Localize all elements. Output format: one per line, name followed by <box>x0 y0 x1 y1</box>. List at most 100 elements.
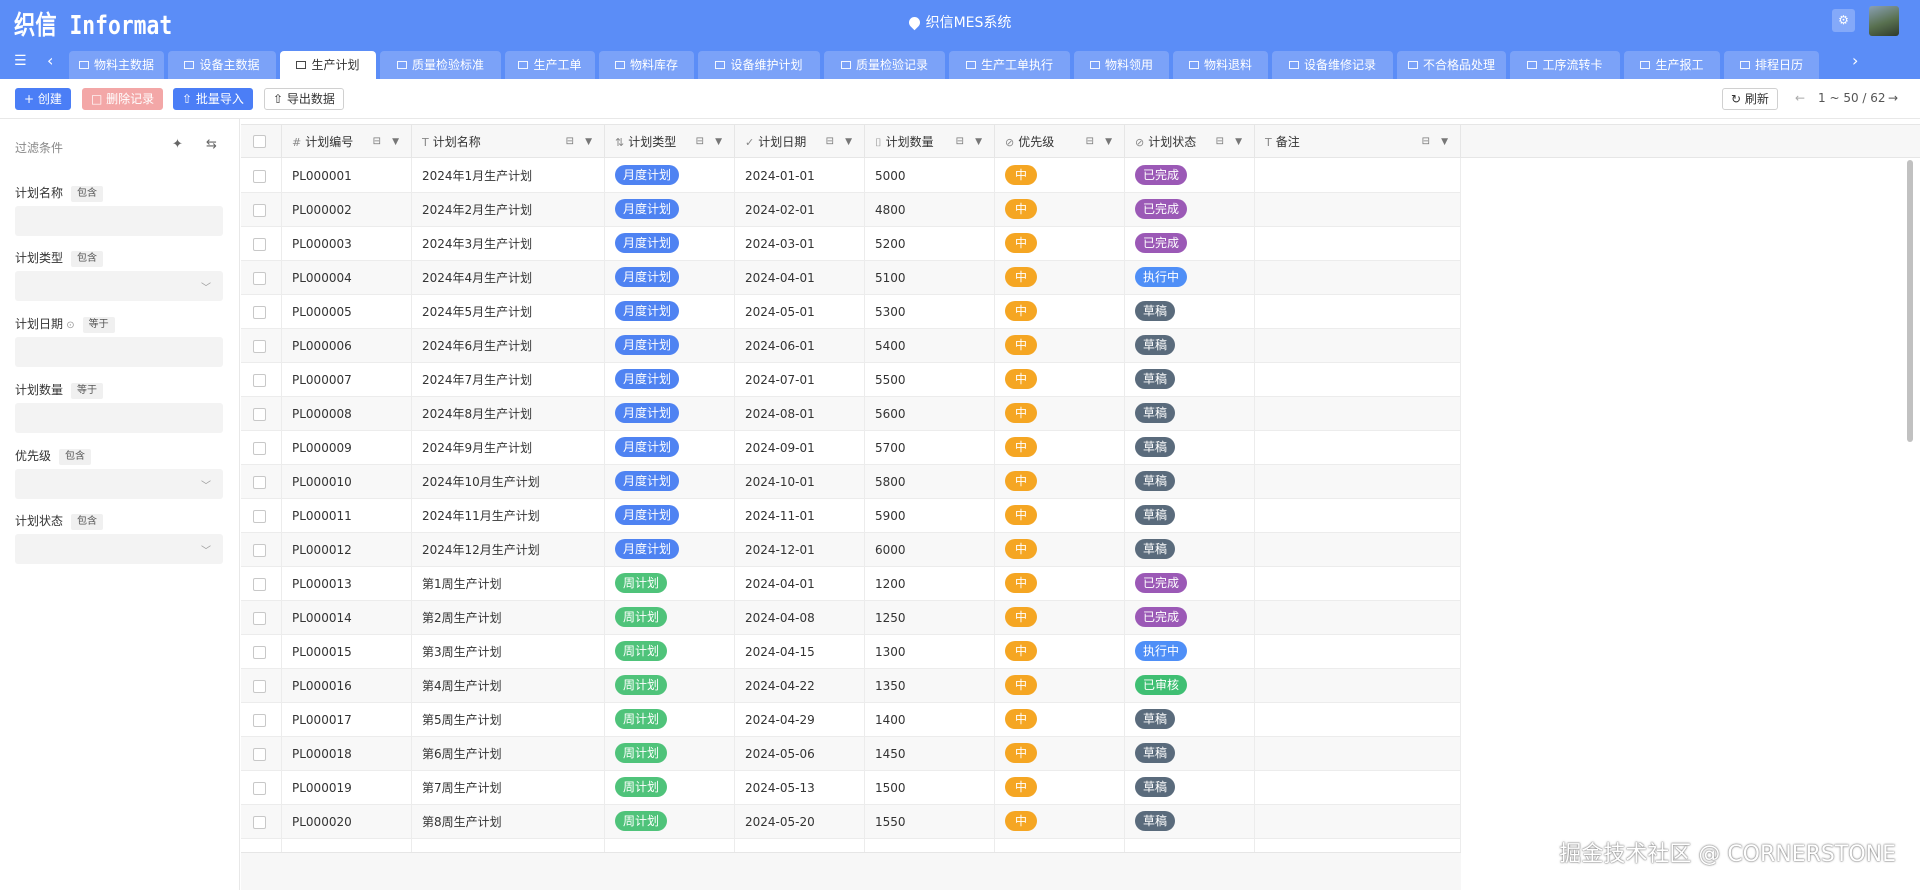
column-menu-icon[interactable]: ▼ <box>1235 125 1242 159</box>
tab-8[interactable]: 质量检验记录 <box>824 51 945 79</box>
tab-12[interactable]: 设备维修记录 <box>1272 51 1393 79</box>
cell-date[interactable]: 2024-11-01 <box>735 499 865 533</box>
cell-status[interactable]: 草稿 <box>1125 465 1255 499</box>
cell-qty[interactable]: 1250 <box>865 601 995 635</box>
cell-status[interactable]: 草稿 <box>1125 703 1255 737</box>
cell-status[interactable]: 草稿 <box>1125 329 1255 363</box>
row-checkbox[interactable] <box>253 476 266 489</box>
delete-records-button[interactable]: □ 删除记录 <box>82 88 164 110</box>
cell-status[interactable]: 草稿 <box>1125 771 1255 805</box>
column-filter-icon[interactable]: ⊟ <box>373 125 381 159</box>
cell-qty[interactable]: 5100 <box>865 261 995 295</box>
cell-name[interactable]: 2024年1月生产计划 <box>412 159 605 193</box>
menu-icon[interactable]: ☰ <box>14 43 27 79</box>
filter-input[interactable] <box>15 206 223 236</box>
cell-qty[interactable]: 5300 <box>865 295 995 329</box>
cell-date[interactable]: 2024-08-01 <box>735 397 865 431</box>
cell-date[interactable]: 2024-05-13 <box>735 771 865 805</box>
filter-operator-tag[interactable]: 包含 <box>59 449 92 465</box>
row-checkbox[interactable] <box>253 204 266 217</box>
bell-icon[interactable]: ⚙ <box>1832 9 1855 32</box>
cell-status[interactable]: 已完成 <box>1125 193 1255 227</box>
table-row[interactable]: PL000006 2024年6月生产计划 月度计划 2024-06-01 5400 中 草稿 <box>241 329 1461 363</box>
row-checkbox[interactable] <box>253 544 266 557</box>
avatar[interactable] <box>1869 6 1899 36</box>
cell-note[interactable] <box>1255 499 1461 533</box>
filter-operator-tag[interactable]: 等于 <box>71 383 104 399</box>
cell-note[interactable] <box>1255 295 1461 329</box>
cell-priority[interactable]: 中 <box>995 771 1125 805</box>
table-row[interactable]: PL000001 2024年1月生产计划 月度计划 2024-01-01 5000 中 已完… <box>241 159 1461 193</box>
cell-note[interactable] <box>1255 669 1461 703</box>
cell-date[interactable]: 2024-09-01 <box>735 431 865 465</box>
column-filter-icon[interactable]: ⊟ <box>1422 125 1430 159</box>
column-menu-icon[interactable]: ▼ <box>1441 125 1448 159</box>
cell-status[interactable]: 草稿 <box>1125 295 1255 329</box>
column-header[interactable]: ⇅ 计划类型 ⊟ ▼ <box>605 125 735 159</box>
cell-qty[interactable]: 1350 <box>865 669 995 703</box>
tab-scroll-right-icon[interactable]: › <box>1852 43 1858 79</box>
cell-date[interactable]: 2024-05-20 <box>735 805 865 839</box>
cell-status[interactable]: 已完成 <box>1125 601 1255 635</box>
tab-1[interactable]: 物料主数据 <box>69 51 164 79</box>
cell-priority[interactable]: 中 <box>995 703 1125 737</box>
cell-note[interactable] <box>1255 227 1461 261</box>
cell-note[interactable] <box>1255 397 1461 431</box>
refresh-button[interactable]: ↻ 刷新 <box>1722 88 1778 110</box>
cell-qty[interactable]: 1500 <box>865 771 995 805</box>
column-header[interactable]: T 计划名称 ⊟ ▼ <box>412 125 605 159</box>
filter-input[interactable]: ﹀ <box>15 534 223 564</box>
cell-name[interactable]: 第7周生产计划 <box>412 771 605 805</box>
filter-input[interactable] <box>15 337 223 367</box>
cell-qty[interactable]: 1450 <box>865 737 995 771</box>
cell-type[interactable]: 月度计划 <box>605 295 735 329</box>
cell-qty[interactable]: 5800 <box>865 465 995 499</box>
cell-date[interactable]: 2024-01-01 <box>735 159 865 193</box>
table-row[interactable]: PL000015 第3周生产计划 周计划 2024-04-15 1300 中 执行中 <box>241 635 1461 669</box>
row-checkbox[interactable] <box>253 238 266 251</box>
row-checkbox[interactable] <box>253 782 266 795</box>
tab-16[interactable]: 排程日历 <box>1724 51 1819 79</box>
cell-id[interactable]: PL000010 <box>282 465 412 499</box>
cell-priority[interactable]: 中 <box>995 159 1125 193</box>
cell-status[interactable]: 草稿 <box>1125 805 1255 839</box>
cell-id[interactable]: PL000003 <box>282 227 412 261</box>
column-menu-icon[interactable]: ▼ <box>392 125 399 159</box>
cell-id[interactable]: PL000014 <box>282 601 412 635</box>
column-header[interactable]: ⊘ 计划状态 ⊟ ▼ <box>1125 125 1255 159</box>
cell-date[interactable]: 2024-04-29 <box>735 703 865 737</box>
row-checkbox[interactable] <box>253 578 266 591</box>
tab-3[interactable]: 生产计划 <box>280 51 376 79</box>
tab-2[interactable]: 设备主数据 <box>168 51 276 79</box>
cell-status[interactable]: 执行中 <box>1125 261 1255 295</box>
prev-page-icon[interactable]: ← <box>1795 91 1805 105</box>
tab-9[interactable]: 生产工单执行 <box>949 51 1070 79</box>
cell-priority[interactable]: 中 <box>995 533 1125 567</box>
export-data-button[interactable]: ⇧ 导出数据 <box>264 88 344 110</box>
table-row[interactable]: PL000019 第7周生产计划 周计划 2024-05-13 1500 中 草稿 <box>241 771 1461 805</box>
column-menu-icon[interactable]: ▼ <box>1105 125 1112 159</box>
tab-5[interactable]: 生产工单 <box>505 51 595 79</box>
column-menu-icon[interactable]: ▼ <box>585 125 592 159</box>
cell-name[interactable]: 第5周生产计划 <box>412 703 605 737</box>
cell-priority[interactable]: 中 <box>995 261 1125 295</box>
cell-id[interactable]: PL000017 <box>282 703 412 737</box>
cell-id[interactable]: PL000019 <box>282 771 412 805</box>
cell-qty[interactable]: 1300 <box>865 635 995 669</box>
column-filter-icon[interactable]: ⊟ <box>696 125 704 159</box>
cell-name[interactable]: 第4周生产计划 <box>412 669 605 703</box>
cell-type[interactable]: 月度计划 <box>605 329 735 363</box>
cell-qty[interactable]: 5200 <box>865 227 995 261</box>
row-checkbox[interactable] <box>253 714 266 727</box>
cell-type[interactable]: 月度计划 <box>605 397 735 431</box>
cell-id[interactable]: PL000015 <box>282 635 412 669</box>
cell-qty[interactable]: 4800 <box>865 193 995 227</box>
row-checkbox[interactable] <box>253 816 266 829</box>
cell-note[interactable] <box>1255 465 1461 499</box>
column-filter-icon[interactable]: ⊟ <box>956 125 964 159</box>
cell-priority[interactable]: 中 <box>995 193 1125 227</box>
cell-type[interactable]: 周计划 <box>605 771 735 805</box>
cell-id[interactable]: PL000016 <box>282 669 412 703</box>
cell-type[interactable]: 周计划 <box>605 703 735 737</box>
cell-priority[interactable]: 中 <box>995 635 1125 669</box>
